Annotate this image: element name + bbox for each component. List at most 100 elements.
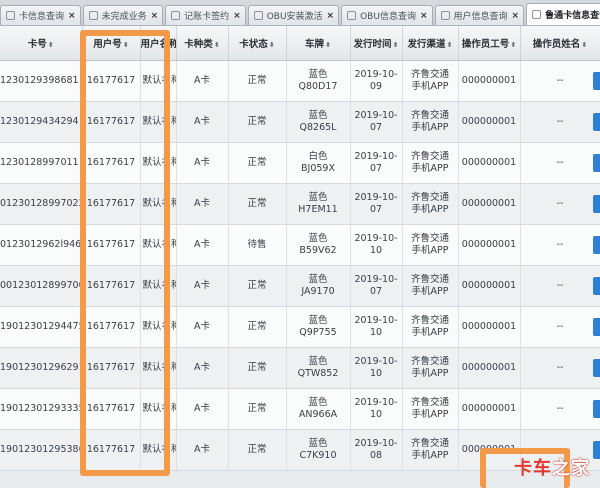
tab-1[interactable]: 未完成业务 × bbox=[82, 5, 164, 25]
column-header-6[interactable]: 发行时间⬍ bbox=[350, 26, 403, 61]
column-header-label: 卡状态 bbox=[239, 39, 268, 50]
sort-icon[interactable]: ⬍ bbox=[393, 41, 399, 49]
cell-user-name: 默认名称 bbox=[140, 224, 177, 266]
column-header-4[interactable]: 卡状态⬍ bbox=[228, 26, 287, 61]
cell-operator-id: 000000001 bbox=[458, 101, 521, 143]
plate-color: 蓝色 bbox=[308, 192, 328, 203]
sort-icon[interactable]: ⬍ bbox=[447, 41, 453, 49]
table-row[interactable]: 19012301296291716177617默认名称A卡正常蓝色QTW8522… bbox=[0, 347, 600, 389]
column-header-9[interactable]: 操作员姓名⬍ bbox=[520, 26, 600, 61]
close-icon[interactable]: × bbox=[420, 11, 428, 21]
row-action-button[interactable] bbox=[593, 195, 600, 213]
cell-user-name: 默认名称 bbox=[140, 429, 177, 471]
plate-color: 蓝色 bbox=[308, 438, 328, 449]
table-row[interactable]: 123012899701116177617默认名称A卡正常白色BJ059X201… bbox=[0, 142, 600, 184]
cell-issue-channel: 齐鲁交通 手机APP bbox=[402, 347, 459, 389]
cell-issue-date: 2019-10- 07 bbox=[350, 142, 403, 184]
table-row[interactable]: 0123012899702216177617默认名称A卡正常蓝色H7EM1120… bbox=[0, 183, 600, 225]
date-day: 09 bbox=[369, 81, 383, 92]
column-header-7[interactable]: 发行渠道⬍ bbox=[402, 26, 459, 61]
row-action-button[interactable] bbox=[593, 318, 600, 336]
tab-page-icon bbox=[171, 11, 181, 20]
table-row[interactable]: 19012301293335316177617默认名称A卡正常蓝色AN966A2… bbox=[0, 388, 600, 430]
row-action-button[interactable] bbox=[593, 72, 600, 90]
cell-operator-name: -- bbox=[520, 347, 600, 389]
tab-4[interactable]: OBU信息查询 × bbox=[341, 5, 433, 25]
cell-card-number: 01230128997022 bbox=[0, 183, 83, 225]
tab-0[interactable]: 卡信息查询 × bbox=[0, 5, 81, 25]
close-icon[interactable]: × bbox=[68, 11, 76, 21]
column-header-5[interactable]: 车牌⬍ bbox=[286, 26, 351, 61]
tab-2[interactable]: 记账卡签约 × bbox=[165, 5, 246, 25]
column-header-label: 操作员姓名 bbox=[532, 39, 581, 50]
table-row[interactable]: 19012301295386116177617默认名称A卡正常蓝色C7K9102… bbox=[0, 429, 600, 471]
column-header-label: 发行渠道 bbox=[407, 39, 446, 50]
column-header-1[interactable]: 用户号⬍ bbox=[82, 26, 141, 61]
date-part: 2019-10- bbox=[354, 356, 398, 367]
table-row[interactable]: 19012301294475216177617默认名称A卡正常蓝色Q9P7552… bbox=[0, 306, 600, 348]
tab-label: 未完成业务 bbox=[101, 12, 147, 22]
cell-card-number: 0012301289970033 bbox=[0, 265, 83, 307]
sort-icon[interactable]: ⬍ bbox=[48, 41, 54, 49]
column-header-0[interactable]: 卡号⬍ bbox=[0, 26, 83, 61]
column-header-2[interactable]: 用户名称⬍ bbox=[140, 26, 177, 61]
close-icon[interactable]: × bbox=[151, 11, 159, 21]
date-part: 2019-10- bbox=[354, 315, 398, 326]
row-action-button[interactable] bbox=[593, 236, 600, 254]
date-part: 2019-10- bbox=[354, 233, 398, 244]
table-row[interactable]: 001230128997003316177617默认名称A卡正常蓝色JA9170… bbox=[0, 265, 600, 307]
channel-line2: 手机APP bbox=[411, 81, 449, 92]
column-header-8[interactable]: 操作员工号⬍ bbox=[458, 26, 521, 61]
table-row[interactable]: 123012939868116177617默认名称A卡正常蓝色Q80D17201… bbox=[0, 60, 600, 102]
cell-issue-date: 2019-10- 07 bbox=[350, 101, 403, 143]
cell-operator-id: 000000001 bbox=[458, 347, 521, 389]
close-icon[interactable]: × bbox=[233, 11, 241, 21]
row-action-button[interactable] bbox=[593, 154, 600, 172]
column-header-3[interactable]: 卡种类⬍ bbox=[176, 26, 229, 61]
channel-line2: 手机APP bbox=[411, 450, 449, 461]
cell-operator-id: 000000001 bbox=[458, 265, 521, 307]
cell-operator-name: -- bbox=[520, 306, 600, 348]
column-header-label: 卡号 bbox=[27, 39, 47, 50]
tab-6[interactable]: 鲁通卡信息查询× bbox=[526, 3, 600, 25]
sort-icon[interactable]: ⬍ bbox=[123, 41, 129, 49]
table-row[interactable]: 123012943429416177617默认名称A卡正常蓝色Q8265L201… bbox=[0, 101, 600, 143]
cell-user-id: 16177617 bbox=[82, 60, 141, 102]
row-action-button[interactable] bbox=[593, 441, 600, 459]
row-action-button[interactable] bbox=[593, 400, 600, 418]
table-header-row: 卡号⬍用户号⬍用户名称⬍卡种类⬍卡状态⬍车牌⬍发行时间⬍发行渠道⬍操作员工号⬍操… bbox=[0, 26, 600, 61]
cell-card-status: 正常 bbox=[228, 60, 287, 102]
channel-line1: 齐鲁交通 bbox=[410, 356, 449, 367]
tab-5[interactable]: 用户信息查询 × bbox=[434, 5, 525, 25]
date-part: 2019-10- bbox=[354, 110, 398, 121]
cell-issue-date: 2019-10- 08 bbox=[350, 429, 403, 471]
sort-icon[interactable]: ⬍ bbox=[214, 41, 220, 49]
date-day: 10 bbox=[369, 245, 383, 256]
plate-number: AN966A bbox=[298, 409, 338, 420]
cell-plate: 蓝色 H7EM11 bbox=[286, 183, 351, 225]
table-row[interactable]: 0123012962l94616177617默认名称A卡待售蓝色B59V6220… bbox=[0, 224, 600, 266]
tab-3[interactable]: OBU安装激活 × bbox=[247, 5, 340, 25]
plate-number: Q9P755 bbox=[299, 327, 337, 338]
date-part: 2019-10- bbox=[354, 397, 398, 408]
sort-icon[interactable]: ⬍ bbox=[581, 41, 587, 49]
plate-number: H7EM11 bbox=[298, 204, 338, 215]
row-action-button[interactable] bbox=[593, 359, 600, 377]
sort-icon[interactable]: ⬍ bbox=[325, 41, 331, 49]
sort-icon[interactable]: ⬍ bbox=[510, 41, 516, 49]
close-icon[interactable]: × bbox=[327, 11, 335, 21]
results-table: 卡号⬍用户号⬍用户名称⬍卡种类⬍卡状态⬍车牌⬍发行时间⬍发行渠道⬍操作员工号⬍操… bbox=[0, 26, 600, 471]
row-action-button[interactable] bbox=[593, 277, 600, 295]
channel-line2: 手机APP bbox=[411, 245, 449, 256]
cell-plate: 蓝色 Q80D17 bbox=[286, 60, 351, 102]
cell-card-type: A卡 bbox=[176, 429, 229, 471]
row-action-button[interactable] bbox=[593, 113, 600, 131]
cell-plate: 蓝色 Q9P755 bbox=[286, 306, 351, 348]
channel-line1: 齐鲁交通 bbox=[410, 151, 449, 162]
close-icon[interactable]: × bbox=[512, 11, 520, 21]
date-part: 2019-10- bbox=[354, 69, 398, 80]
date-day: 07 bbox=[369, 163, 383, 174]
sort-icon[interactable]: ⬍ bbox=[269, 41, 275, 49]
date-day: 10 bbox=[369, 327, 383, 338]
cell-operator-id: 000000001 bbox=[458, 224, 521, 266]
